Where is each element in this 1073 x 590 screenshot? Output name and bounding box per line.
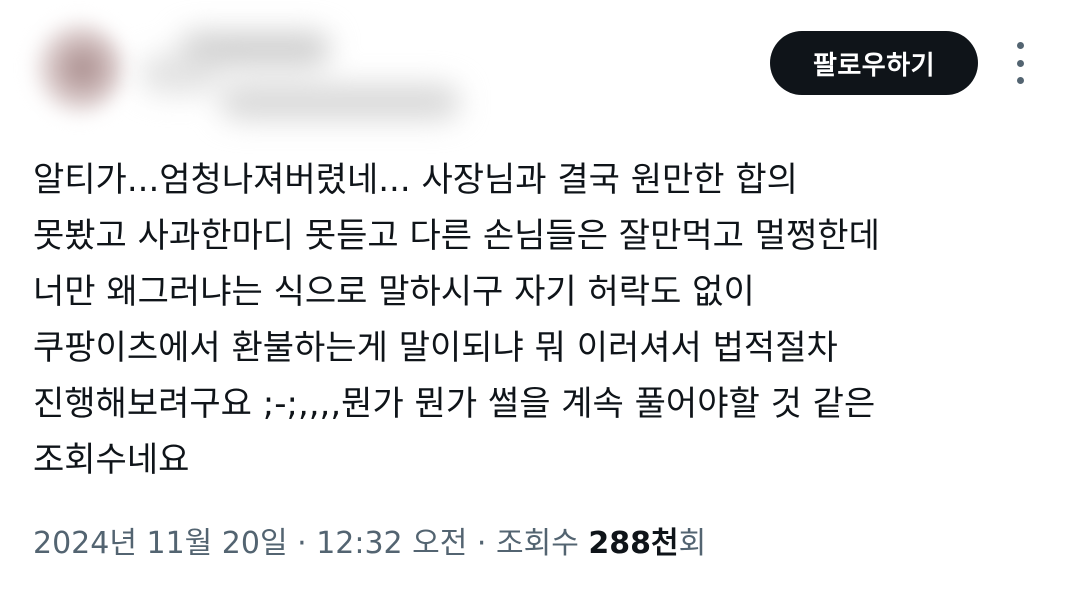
tweet-text-line: 알티가...엄청나져버렸네... 사장님과 결국 원만한 합의 <box>33 160 798 200</box>
tweet-text-line: 진행해보려구요 ;-;,,,,뭔가 뭔가 썰을 계속 풀어야할 것 같은 <box>33 384 876 424</box>
more-icon-dot <box>1016 42 1024 49</box>
views-count[interactable]: 288천 <box>588 526 678 561</box>
follow-button[interactable]: 팔로우하기 <box>770 31 978 95</box>
more-icon-dot <box>1016 77 1024 84</box>
tweet-date[interactable]: 2024년 11월 20일 <box>33 526 288 561</box>
tweet-text: 알티가...엄청나져버렸네... 사장님과 결국 원만한 합의 못봤고 사과한마… <box>33 152 1063 488</box>
meta-separator: · <box>467 526 496 561</box>
tweet-text-line: 못봤고 사과한마디 못듣고 다른 손님들은 잘만먹고 멀쩡한데 <box>33 216 880 256</box>
more-vertical-icon[interactable] <box>1008 42 1032 84</box>
tweet-text-line: 조회수네요 <box>33 440 190 480</box>
avatar[interactable] <box>32 22 124 114</box>
tweet-time[interactable]: 12:32 오전 <box>316 526 467 561</box>
views-label: 조회수 <box>496 526 589 561</box>
views-suffix: 회 <box>678 526 707 561</box>
tweet-meta: 2024년 11월 20일 · 12:32 오전 · 조회수 288천회 <box>33 522 706 566</box>
more-icon-dot <box>1016 59 1024 67</box>
blurred-username <box>220 84 460 120</box>
blurred-author-name[interactable] <box>120 14 480 138</box>
tweet-text-line: 너만 왜그러냐는 식으로 말하시구 자기 허락도 없이 <box>33 272 755 312</box>
tweet-text-line: 쿠팡이츠에서 환불하는게 말이되냐 뭐 이러셔서 법적절차 <box>33 328 838 368</box>
tweet-header: 팔로우하기 <box>0 0 1073 140</box>
blurred-name-fragment <box>140 54 220 94</box>
meta-separator: · <box>287 526 317 561</box>
